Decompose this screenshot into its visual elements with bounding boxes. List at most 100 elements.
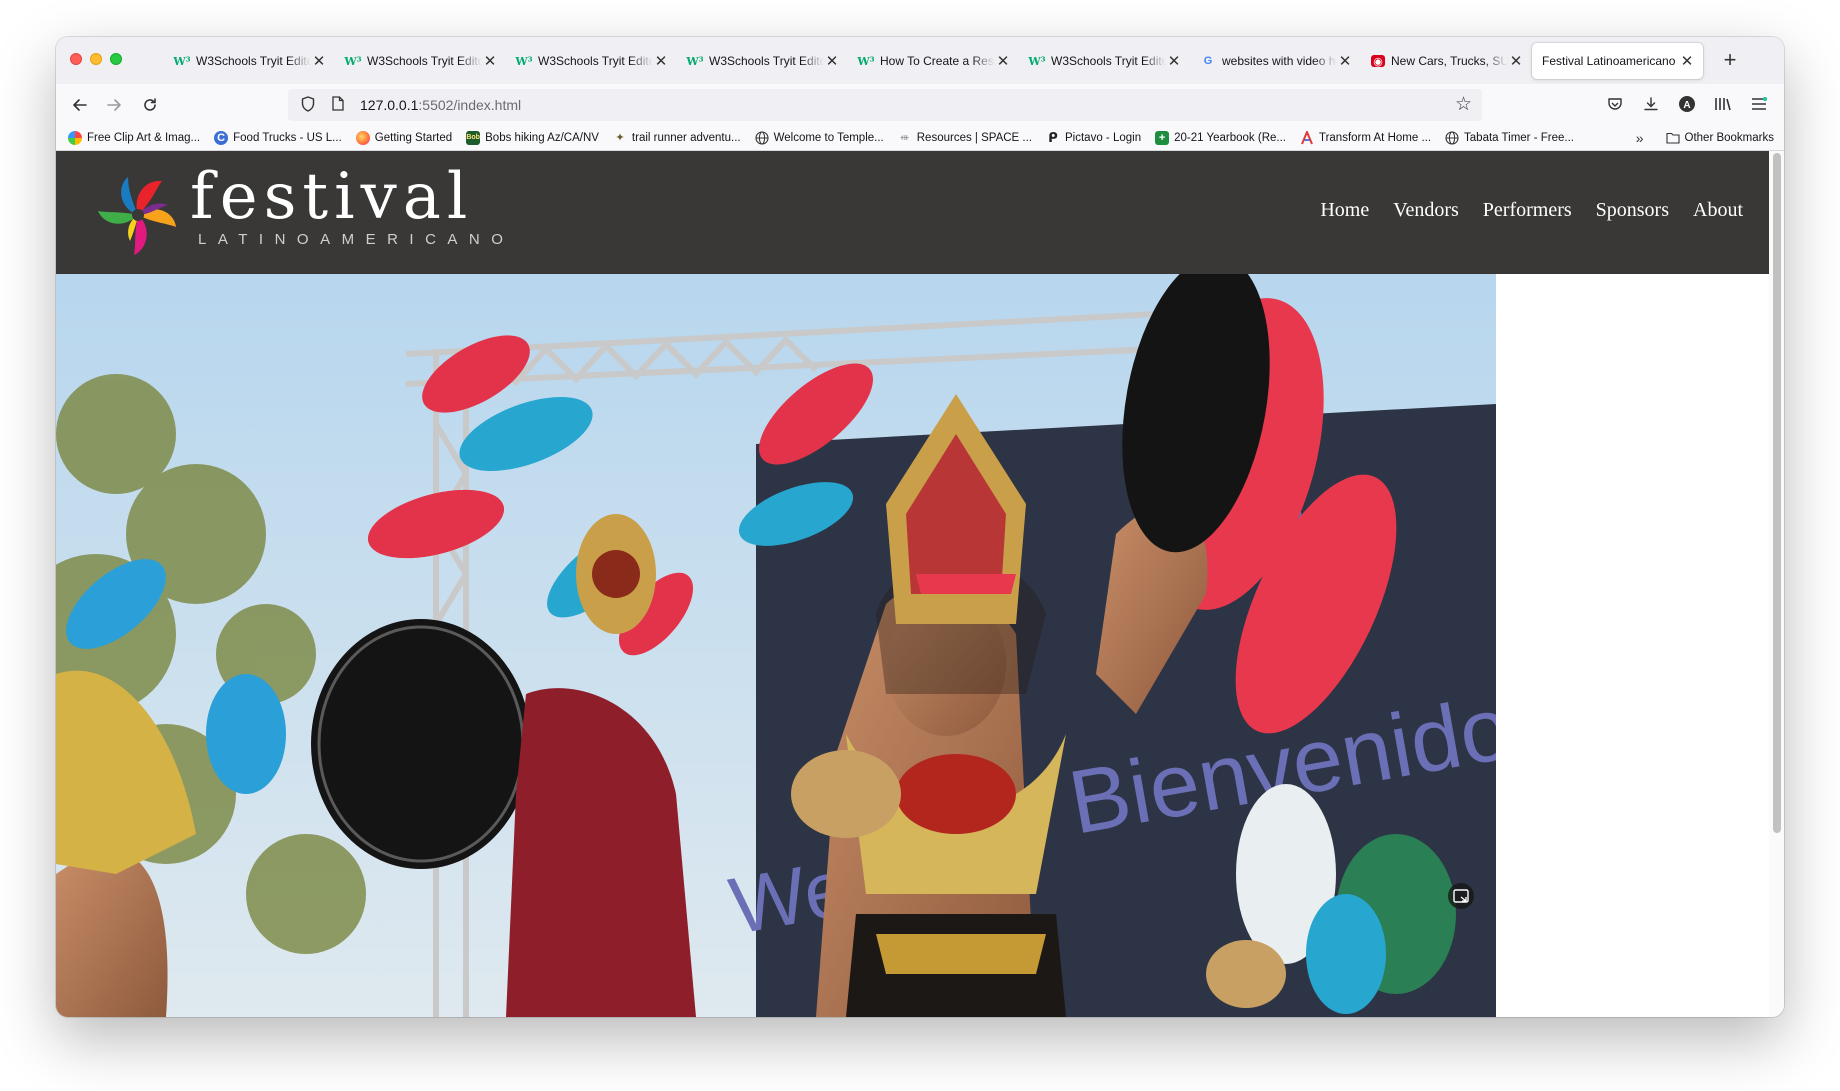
nav-performers-link[interactable]: Performers (1483, 199, 1572, 222)
minimize-window-button[interactable] (90, 53, 102, 65)
globe-icon (755, 130, 769, 145)
bookmark-resources-space[interactable]: ⇺ Resources | SPACE ... (898, 131, 1032, 145)
logo-wordmark[interactable]: festival (190, 157, 473, 237)
svg-text:A: A (1683, 100, 1690, 111)
page-icon[interactable] (328, 96, 348, 114)
close-tab-icon[interactable]: ✕ (482, 52, 498, 70)
close-tab-icon[interactable]: ✕ (1508, 52, 1524, 70)
tab-w3schools-4[interactable]: W³ W3Schools Tryit Editor ✕ (677, 43, 848, 79)
logo-subtitle: LATINOAMERICANO (198, 231, 515, 248)
url-bar[interactable]: 127.0.0.1:5502/index.html ☆ (288, 89, 1482, 121)
bookmark-food-trucks[interactable]: C Food Trucks - US L... (214, 130, 342, 145)
picture-in-picture-icon (1453, 889, 1469, 903)
shield-icon[interactable] (298, 95, 318, 115)
other-bookmarks-label: Other Bookmarks (1684, 132, 1774, 144)
tab-google-search[interactable]: G websites with video h ✕ (1190, 43, 1361, 79)
bookmark-getting-started[interactable]: Getting Started (355, 130, 452, 145)
bookmark-welcome-temple[interactable]: Welcome to Temple... (755, 130, 884, 145)
bookmark-label: Welcome to Temple... (773, 131, 884, 144)
nav-home-link[interactable]: Home (1320, 199, 1369, 222)
firefox-icon (355, 130, 370, 145)
library-icon[interactable] (1710, 91, 1736, 117)
bookmark-label: Bobs hiking Az/CA/NV (485, 131, 599, 144)
tab-w3schools-1[interactable]: W³ W3Schools Tryit Editor ✕ (164, 43, 335, 79)
bookmark-star-icon[interactable]: ☆ (1455, 93, 1472, 116)
url-text[interactable]: 127.0.0.1:5502/index.html (360, 97, 521, 113)
bookmark-label: Free Clip Art & Imag... (87, 131, 201, 144)
picture-in-picture-button[interactable] (1448, 883, 1474, 909)
bookmark-label: Pictavo - Login (1065, 131, 1142, 144)
bookmark-trail-runner[interactable]: ✦ trail runner adventu... (613, 131, 740, 145)
cars-icon: ◉ (1371, 55, 1385, 68)
bookmark-free-clip-art[interactable]: Free Clip Art & Imag... (68, 130, 201, 145)
hero-video[interactable]: Bienvenidos We LI (56, 274, 1496, 1017)
page-scrollbar[interactable] (1769, 151, 1784, 1017)
forward-button[interactable] (100, 91, 128, 119)
new-tab-button[interactable]: + (1716, 46, 1744, 74)
tab-title: Festival Latinoamericano (1542, 54, 1676, 68)
nav-vendors-link[interactable]: Vendors (1393, 199, 1459, 222)
tab-title: W3Schools Tryit Editor (1051, 54, 1166, 68)
close-tab-icon[interactable]: ✕ (1337, 52, 1353, 70)
bookmark-pictavo[interactable]: ᑭ Pictavo - Login (1046, 129, 1142, 145)
scrollbar-thumb[interactable] (1773, 153, 1781, 833)
w3schools-icon: W³ (173, 54, 191, 68)
forward-arrow-icon (107, 99, 121, 111)
w3schools-icon: W³ (515, 54, 533, 68)
a-icon (1300, 130, 1314, 145)
w3schools-icon: W³ (344, 54, 362, 68)
close-tab-icon[interactable]: ✕ (995, 52, 1011, 70)
bookmark-transform-at-home[interactable]: Transform At Home ... (1300, 130, 1431, 145)
zoom-window-button[interactable] (110, 53, 122, 65)
runner-icon: ✦ (615, 132, 625, 144)
tab-how-to-responsive[interactable]: W³ How To Create a Responsive ✕ (848, 43, 1019, 79)
chevron-double-right-icon[interactable]: » (1636, 130, 1644, 146)
close-window-button[interactable] (70, 53, 82, 65)
close-tab-icon[interactable]: ✕ (824, 52, 840, 70)
tab-festival-active[interactable]: Festival Latinoamericano ✕ (1532, 43, 1703, 79)
tab-list: W³ W3Schools Tryit Editor ✕ W³ W3Schools… (164, 43, 1703, 79)
bookmark-tabata-timer[interactable]: Tabata Timer - Free... (1445, 130, 1574, 145)
bookmarks-overflow: » Other Bookmarks (1636, 125, 1774, 151)
tab-w3schools-5[interactable]: W³ W3Schools Tryit Editor ✕ (1019, 43, 1190, 79)
account-icon[interactable]: A (1674, 91, 1700, 117)
tab-strip: W³ W3Schools Tryit Editor ✕ W³ W3Schools… (56, 37, 1784, 84)
bookmark-label: 20-21 Yearbook (Re... (1174, 131, 1286, 144)
close-tab-icon[interactable]: ✕ (1166, 52, 1182, 70)
tab-w3schools-2[interactable]: W³ W3Schools Tryit Editor ✕ (335, 43, 506, 79)
tab-title: W3Schools Tryit Editor (367, 54, 482, 68)
tab-title: How To Create a Responsive (880, 54, 995, 68)
bob-icon: Bob (466, 130, 481, 145)
menu-icon[interactable] (1746, 91, 1772, 117)
tab-title: W3Schools Tryit Editor (196, 54, 311, 68)
tab-new-cars[interactable]: ◉ New Cars, Trucks, SU ✕ (1361, 43, 1532, 79)
festival-logo-icon[interactable] (90, 163, 186, 263)
tab-w3schools-3[interactable]: W³ W3Schools Tryit Editor ✕ (506, 43, 677, 79)
tab-title: New Cars, Trucks, SU (1391, 54, 1508, 68)
pocket-icon[interactable] (1602, 91, 1628, 117)
reload-button[interactable] (136, 91, 164, 119)
nav-about-link[interactable]: About (1693, 199, 1743, 222)
toolbar-icons: A (1602, 91, 1772, 117)
google-icon: G (1203, 55, 1213, 67)
p-icon: ᑭ (1048, 129, 1058, 145)
tab-title: W3Schools Tryit Editor (709, 54, 824, 68)
bookmark-yearbook[interactable]: + 20-21 Yearbook (Re... (1155, 130, 1286, 145)
close-tab-icon[interactable]: ✕ (1679, 52, 1695, 70)
bookmark-bobs-hiking[interactable]: Bob Bobs hiking Az/CA/NV (466, 130, 599, 145)
back-button[interactable] (66, 91, 94, 119)
url-path: :5502/index.html (418, 97, 522, 113)
folder-icon (1665, 131, 1680, 145)
nav-sponsors-link[interactable]: Sponsors (1596, 199, 1669, 222)
other-bookmarks-folder[interactable]: Other Bookmarks (1665, 131, 1774, 145)
w3schools-icon: W³ (1028, 54, 1046, 68)
tab-title: websites with video h (1222, 54, 1336, 68)
close-tab-icon[interactable]: ✕ (311, 52, 327, 70)
tab-title: W3Schools Tryit Editor (538, 54, 653, 68)
download-icon[interactable] (1638, 91, 1664, 117)
pinwheel-icon (68, 130, 82, 145)
back-arrow-icon (73, 99, 87, 111)
w3schools-icon: W³ (686, 54, 704, 68)
w3schools-icon: W³ (857, 54, 875, 68)
close-tab-icon[interactable]: ✕ (653, 52, 669, 70)
